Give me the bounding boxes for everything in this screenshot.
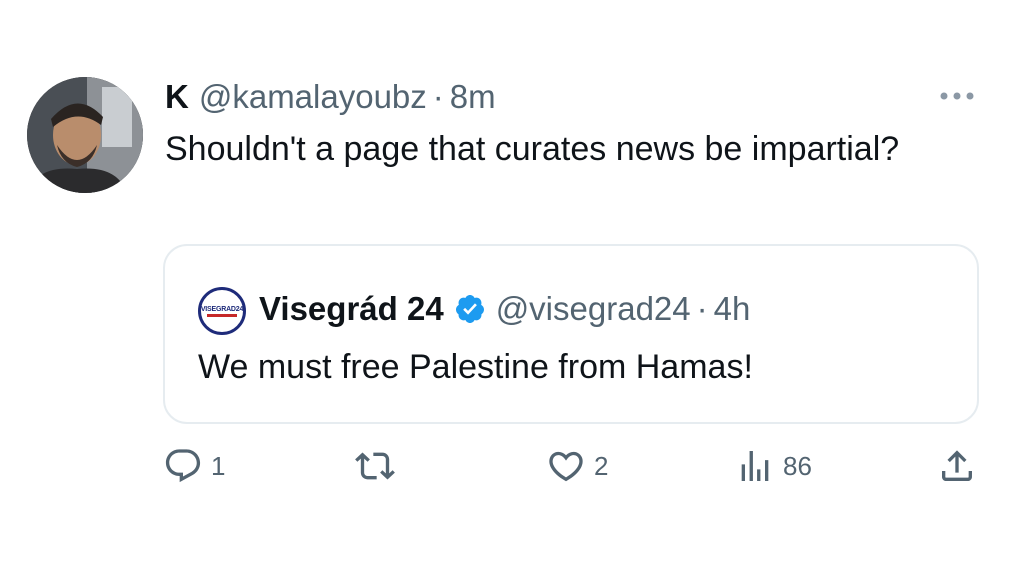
share-icon (942, 450, 972, 481)
tweet[interactable]: K @kamalayoubz · 8m Shouldn't a page tha… (0, 0, 1010, 568)
views-button[interactable]: 86 (735, 446, 812, 486)
logo-bar (207, 313, 237, 317)
display-name[interactable]: K (165, 78, 189, 116)
logo-text: VISEGRAD24 (200, 305, 244, 313)
quoted-tweet-text: We must free Palestine from Hamas! (198, 348, 753, 386)
quoted-account-logo[interactable]: VISEGRAD24 (198, 287, 246, 335)
reply-count: 1 (211, 450, 226, 481)
verified-badge-icon (454, 293, 486, 325)
retweet-icon (355, 452, 395, 480)
heart-icon (549, 451, 583, 482)
quoted-timestamp[interactable]: 4h (714, 290, 751, 328)
avatar-photo-icon (27, 77, 143, 193)
views-count: 86 (783, 450, 812, 481)
tweet-timestamp[interactable]: 8m (450, 78, 496, 116)
tweet-header: K @kamalayoubz · 8m (165, 75, 496, 119)
quoted-handle[interactable]: @visegrad24 (496, 290, 691, 328)
user-handle[interactable]: @kamalayoubz (199, 78, 427, 116)
reply-button[interactable]: 1 (163, 446, 225, 486)
retweet-button[interactable] (355, 446, 403, 486)
like-button[interactable]: 2 (546, 446, 608, 486)
share-button[interactable] (937, 446, 977, 486)
header-separator: · (432, 78, 444, 115)
tweet-text: Shouldn't a page that curates news be im… (165, 130, 900, 168)
reply-icon (165, 449, 201, 483)
more-options-button[interactable] (935, 82, 979, 110)
quoted-tweet-card[interactable]: VISEGRAD24 Visegrád 24 @visegrad24 · 4h … (163, 244, 979, 424)
quoted-tweet-header: Visegrád 24 @visegrad24 · 4h (259, 286, 750, 332)
quoted-separator: · (696, 290, 708, 327)
like-count: 2 (594, 450, 609, 481)
quoted-display-name[interactable]: Visegrád 24 (259, 290, 444, 328)
more-dots-icon (940, 92, 974, 100)
user-avatar[interactable] (27, 77, 143, 193)
views-icon (741, 451, 769, 481)
